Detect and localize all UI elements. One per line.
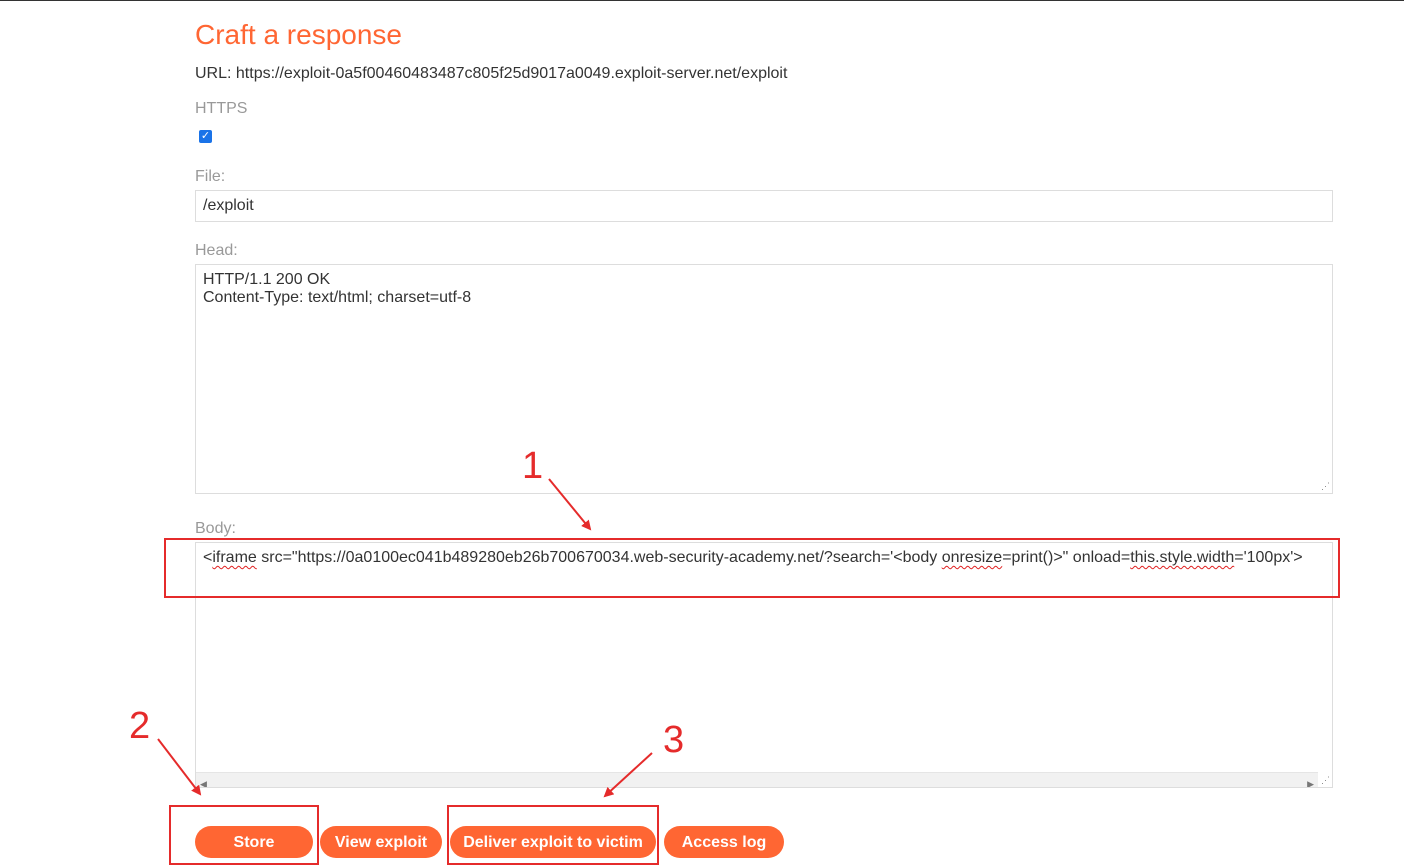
file-input[interactable]: /exploit (195, 190, 1333, 222)
url-prefix: URL: (195, 65, 236, 82)
head-line: Content-Type: text/html; charset=utf-8 (203, 289, 472, 306)
annotation-arrow-2 (157, 738, 202, 796)
url-value: https://exploit-0a5f00460483487c805f25d9… (235, 65, 788, 82)
annotation-box-deliver (447, 805, 659, 865)
https-checkbox[interactable]: ✓ (199, 130, 212, 143)
exploit-server-page: Craft a response URL: https://exploit-0a… (0, 0, 1404, 867)
file-label: File: (195, 168, 226, 185)
exploit-url: URL: https://exploit-0a5f00460483487c805… (195, 65, 787, 83)
resize-grip-icon[interactable]: ⋰ (1320, 481, 1330, 491)
head-line: HTTP/1.1 200 OK (203, 271, 331, 288)
resize-grip-icon[interactable]: ⋰ (1320, 775, 1330, 785)
annotation-box-store (169, 805, 319, 865)
annotation-box-body (164, 538, 1340, 598)
checkmark-icon: ✓ (200, 130, 211, 142)
body-label: Body: (195, 520, 236, 537)
page-title: Craft a response (195, 19, 402, 50)
head-label: Head: (195, 242, 238, 259)
horizontal-scrollbar[interactable]: ◀ ▶ (196, 772, 1318, 787)
access-log-button[interactable]: Access log (664, 826, 784, 858)
scroll-right-icon[interactable]: ▶ (1307, 775, 1314, 787)
annotation-number-1: 1 (522, 445, 544, 487)
head-textarea[interactable]: HTTP/1.1 200 OK Content-Type: text/html;… (195, 264, 1333, 494)
https-label: HTTPS (195, 100, 248, 117)
scroll-left-icon[interactable]: ◀ (200, 775, 207, 787)
view-exploit-button[interactable]: View exploit (320, 826, 442, 858)
annotation-number-3: 3 (663, 719, 685, 761)
annotation-number-2: 2 (129, 705, 151, 747)
